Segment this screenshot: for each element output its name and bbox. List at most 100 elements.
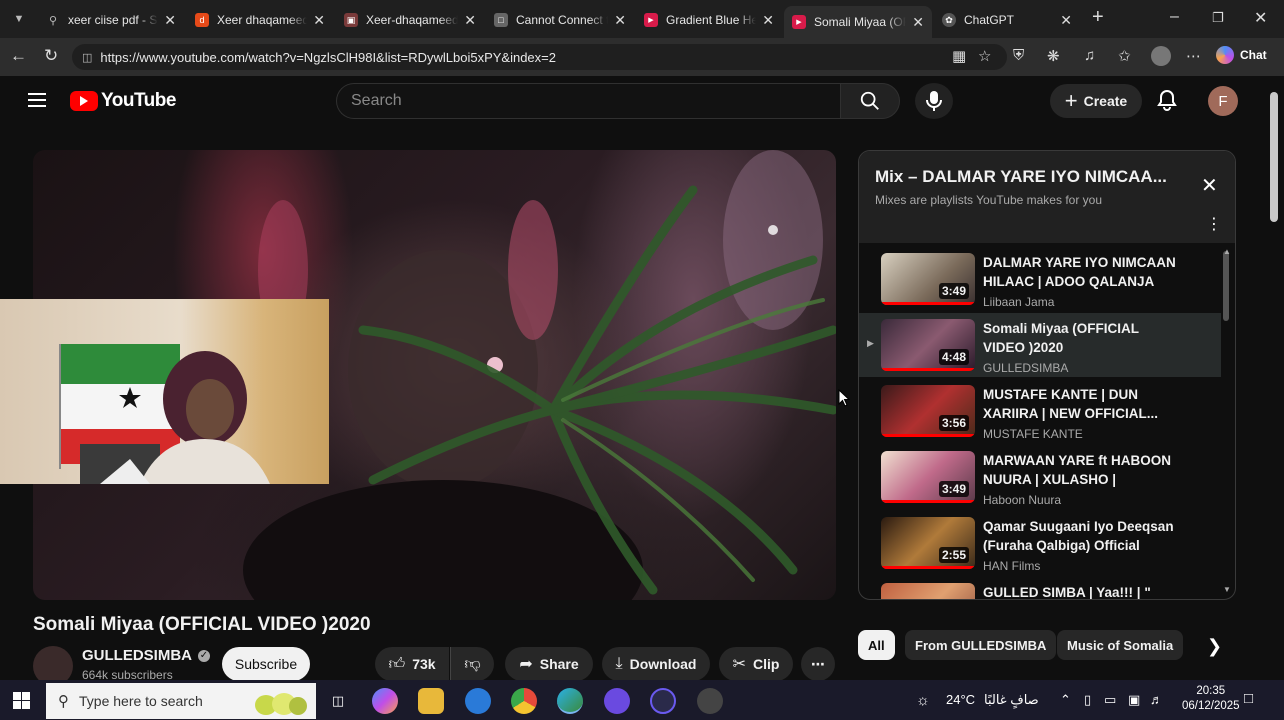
scroll-up-arrow-icon[interactable]: ▲ bbox=[1223, 247, 1231, 256]
more-options-icon[interactable]: ⋯ bbox=[1186, 47, 1201, 65]
chip-from-channel[interactable]: From GULLEDSIMBA bbox=[905, 630, 1057, 660]
copilot-chat-button[interactable]: Chat bbox=[1216, 46, 1267, 64]
media-control-icon[interactable]: ♫ bbox=[1084, 47, 1095, 64]
browser-tab[interactable]: ✿ ChatGPT ✕ bbox=[934, 6, 1080, 34]
search-input[interactable]: Search bbox=[336, 83, 840, 119]
profile-avatar-icon[interactable] bbox=[1151, 46, 1171, 66]
favorite-star-icon[interactable]: ☆ bbox=[978, 47, 991, 65]
channel-name[interactable]: GULLEDSIMBA ✓ bbox=[82, 647, 210, 664]
close-tab-icon[interactable]: ✕ bbox=[614, 12, 626, 29]
close-tab-icon[interactable]: ✕ bbox=[313, 12, 325, 29]
messenger-app-icon[interactable] bbox=[604, 688, 630, 714]
clip-label: Clip bbox=[752, 656, 780, 672]
playlist-item-active[interactable]: ▶ 4:48 Somali Miyaa (OFFICIAL VIDEO )202… bbox=[859, 313, 1221, 377]
browser-tab[interactable]: ⚲ xeer ciise pdf - Sear ✕ bbox=[38, 6, 184, 34]
close-tab-icon[interactable]: ✕ bbox=[1060, 12, 1072, 29]
reload-icon[interactable]: ↻ bbox=[44, 46, 58, 66]
tray-device-icon[interactable]: ▯ bbox=[1084, 692, 1091, 708]
browser-tab[interactable]: d Xeer dhaqameed xu ✕ bbox=[187, 6, 333, 34]
chrome-icon[interactable] bbox=[511, 688, 537, 714]
extensions-puzzle-icon[interactable]: ❋ bbox=[1047, 47, 1060, 65]
taskbar-search-box[interactable]: ⚲ Type here to search bbox=[46, 683, 316, 719]
account-avatar[interactable]: F bbox=[1208, 86, 1238, 116]
share-label: Share bbox=[539, 656, 579, 672]
close-tab-icon[interactable]: ✕ bbox=[912, 14, 924, 31]
more-vertical-icon[interactable]: ⋮ bbox=[1206, 217, 1222, 233]
task-view-icon[interactable]: ◫ bbox=[325, 688, 351, 714]
close-tab-icon[interactable]: ✕ bbox=[164, 12, 176, 29]
recorder-app-icon[interactable] bbox=[697, 688, 723, 714]
chip-all[interactable]: All bbox=[858, 630, 895, 660]
volume-icon[interactable]: ♬ bbox=[1150, 692, 1163, 707]
video-thumbnail: 3:56 bbox=[881, 385, 975, 437]
search-icon: ⚲ bbox=[58, 693, 69, 710]
playlist-item[interactable]: 2:55 Qamar Suugaani Iyo Deeqsan (Furaha … bbox=[859, 511, 1221, 575]
video-thumbnail: 3:49 bbox=[881, 253, 975, 305]
playlist-item[interactable]: 3:56 MUSTAFE KANTE | DUN XARIIRA | NEW O… bbox=[859, 379, 1221, 443]
minimize-icon[interactable]: – bbox=[1170, 8, 1179, 26]
chip-music-of-somalia[interactable]: Music of Somalia bbox=[1057, 630, 1184, 660]
address-bar[interactable]: ◫ https://www.youtube.com/watch?v=NgzlsC… bbox=[72, 44, 1007, 70]
dislike-button[interactable]: 👎︎ bbox=[450, 647, 494, 681]
close-playlist-icon[interactable]: ✕ bbox=[1201, 173, 1218, 198]
copilot-app-icon[interactable] bbox=[372, 688, 398, 714]
browser-tab-active[interactable]: ▶ Somali Miyaa (OFFI ✕ bbox=[784, 6, 932, 38]
notifications-bell-icon[interactable] bbox=[1157, 89, 1177, 117]
pdf-icon: ▣ bbox=[344, 13, 358, 27]
playlist-item-channel: GULLEDSIMBA bbox=[983, 361, 1069, 375]
edge-icon[interactable] bbox=[557, 688, 583, 714]
chevron-right-icon[interactable]: ❯ bbox=[1207, 636, 1222, 657]
network-icon[interactable]: ▣ bbox=[1128, 692, 1140, 708]
playlist-item[interactable]: 3:49 MARWAAN YARE ft HABOON NUURA | XULA… bbox=[859, 445, 1221, 509]
site-info-icon[interactable]: ◫ bbox=[82, 51, 92, 64]
system-clock[interactable]: 20:35 06/12/2025 bbox=[1182, 684, 1240, 714]
clip-button[interactable]: ✂ Clip bbox=[719, 647, 793, 681]
tab-actions-chevron-down-icon[interactable]: ▼ bbox=[8, 8, 30, 30]
voice-search-button[interactable] bbox=[915, 83, 953, 119]
new-tab-plus-icon[interactable]: + bbox=[1092, 6, 1104, 29]
playlist-scrollbar[interactable] bbox=[1223, 251, 1229, 321]
download-button[interactable]: ⤓ Download bbox=[602, 647, 710, 681]
back-arrow-icon[interactable]: ← bbox=[10, 46, 27, 66]
create-button[interactable]: + Create bbox=[1050, 84, 1142, 118]
webcam-image bbox=[59, 344, 270, 484]
tray-battery-icon[interactable]: ▭ bbox=[1104, 692, 1116, 708]
weather-temperature[interactable]: 24°C bbox=[946, 692, 975, 707]
webcam-overlay bbox=[0, 299, 329, 484]
browser-tab[interactable]: ▣ Xeer-dhaqameed.pd ✕ bbox=[336, 6, 484, 34]
browser-app-icon[interactable] bbox=[465, 688, 491, 714]
browser-tab[interactable]: □ Cannot Connect to ✕ bbox=[486, 6, 634, 34]
app-available-icon[interactable]: ▦ bbox=[952, 47, 966, 65]
share-button[interactable]: ➦ Share bbox=[505, 647, 593, 681]
notifications-icon[interactable]: □ bbox=[1244, 690, 1253, 707]
like-button[interactable]: 👍︎ 73k bbox=[375, 647, 449, 681]
chip-label: From GULLEDSIMBA bbox=[915, 637, 1047, 653]
browser-tab[interactable]: ▶ Gradient Blue Hear ✕ bbox=[636, 6, 782, 34]
file-explorer-icon[interactable] bbox=[418, 688, 444, 714]
playlist-item[interactable]: 3:49 DALMAR YARE IYO NIMCAAN HILAAC | AD… bbox=[859, 247, 1221, 311]
plus-icon: + bbox=[1064, 88, 1078, 113]
tray-chevron-up-icon[interactable]: ⌃ bbox=[1060, 692, 1071, 708]
subscribe-button[interactable]: Subscribe bbox=[222, 647, 310, 681]
restore-window-icon[interactable]: ❐ bbox=[1212, 10, 1224, 26]
channel-name-text: GULLEDSIMBA bbox=[82, 647, 192, 664]
page-scrollbar[interactable] bbox=[1266, 80, 1284, 680]
scrollbar-thumb[interactable] bbox=[1270, 92, 1278, 222]
scroll-down-arrow-icon[interactable]: ▼ bbox=[1223, 585, 1231, 594]
youtube-logo[interactable]: YouTube bbox=[70, 90, 176, 112]
weather-description[interactable]: صافٍ غالبًا bbox=[984, 692, 1039, 708]
favorites-icon[interactable]: ✩ bbox=[1118, 47, 1131, 65]
playlist-item-channel: Haboon Nuura bbox=[983, 493, 1062, 507]
hamburger-menu-icon[interactable] bbox=[28, 93, 46, 111]
close-window-icon[interactable]: ✕ bbox=[1254, 8, 1267, 28]
playlist-item[interactable]: GULLED SIMBA | Yaa!!! | " bbox=[859, 577, 1221, 599]
windows-start-icon[interactable] bbox=[13, 692, 30, 709]
close-tab-icon[interactable]: ✕ bbox=[464, 12, 476, 29]
search-button[interactable] bbox=[840, 83, 900, 119]
playlist-item-title: Qamar Suugaani Iyo Deeqsan (Furaha Qalbi… bbox=[983, 519, 1174, 553]
shield-icon[interactable]: ⛨ bbox=[1013, 47, 1024, 64]
more-actions-button[interactable]: ⋯ bbox=[801, 647, 835, 681]
playlist-title[interactable]: Mix – DALMAR YARE IYO NIMCAA... bbox=[875, 167, 1175, 187]
close-tab-icon[interactable]: ✕ bbox=[762, 12, 774, 29]
app-icon[interactable] bbox=[650, 688, 676, 714]
